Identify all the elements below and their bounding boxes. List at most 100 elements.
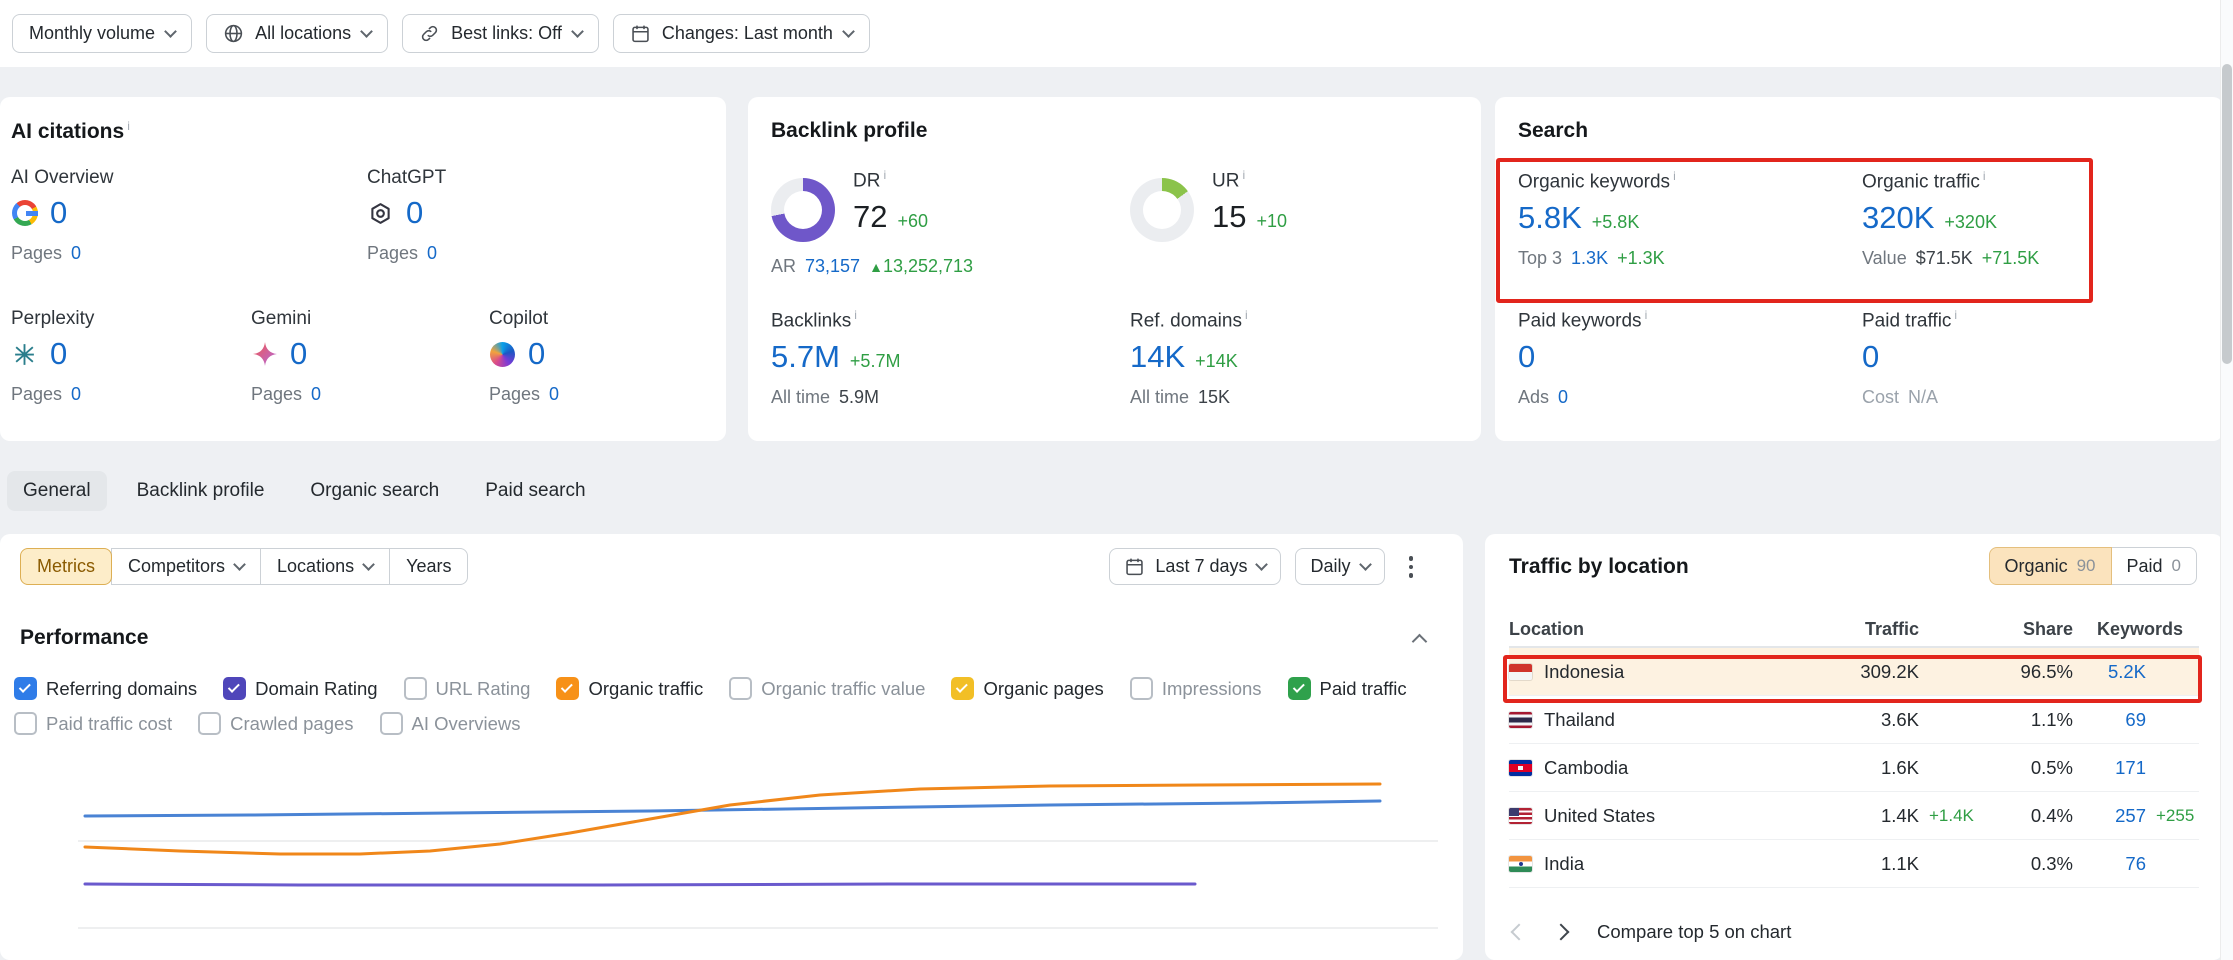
checkbox-organic-traffic-value[interactable]: Organic traffic value bbox=[729, 677, 925, 700]
years-button[interactable]: Years bbox=[389, 548, 468, 585]
pages-label: Pages bbox=[11, 243, 62, 264]
pages-count[interactable]: 0 bbox=[71, 384, 81, 405]
checkbox-paid-traffic[interactable]: Paid traffic bbox=[1288, 677, 1407, 700]
granularity-dropdown[interactable]: Daily bbox=[1295, 548, 1384, 585]
table-row-thailand[interactable]: Thailand 3.6K 1.1% 69 bbox=[1509, 696, 2199, 744]
checkbox-referring-domains[interactable]: Referring domains bbox=[14, 677, 197, 700]
flag-thailand-icon bbox=[1509, 712, 1532, 728]
backlink-profile-title: Backlink profile bbox=[771, 119, 927, 143]
share-value: 1.1% bbox=[1981, 709, 2073, 731]
keywords-link[interactable]: 76 bbox=[2125, 853, 2146, 874]
pages-label: Pages bbox=[489, 384, 540, 405]
organic-count: 90 bbox=[2077, 556, 2096, 576]
ai-citations-count[interactable]: 0 bbox=[290, 336, 307, 372]
ar-value[interactable]: 73,157 bbox=[805, 256, 860, 277]
table-row-cambodia[interactable]: Cambodia 1.6K 0.5% 171 bbox=[1509, 744, 2199, 792]
backlinks-value[interactable]: 5.7M bbox=[771, 339, 840, 375]
tab-backlink-profile[interactable]: Backlink profile bbox=[121, 471, 281, 511]
pages-count[interactable]: 0 bbox=[311, 384, 321, 405]
cost-value: N/A bbox=[1908, 387, 1938, 408]
pages-count[interactable]: 0 bbox=[427, 243, 437, 264]
date-range-dropdown[interactable]: Last 7 days bbox=[1109, 548, 1281, 585]
pages-count[interactable]: 0 bbox=[71, 243, 81, 264]
changes-label: Changes: Last month bbox=[662, 23, 833, 44]
ref-domains-value[interactable]: 14K bbox=[1130, 339, 1185, 375]
checkbox-paid-traffic-cost[interactable]: Paid traffic cost bbox=[14, 712, 172, 735]
ai-citations-count[interactable]: 0 bbox=[406, 195, 423, 231]
pages-label: Pages bbox=[251, 384, 302, 405]
collapse-section-icon[interactable] bbox=[1412, 634, 1428, 650]
competitors-button[interactable]: Competitors bbox=[111, 548, 261, 585]
table-header-row: Location Traffic Share Keywords bbox=[1509, 612, 2199, 648]
backlinks-delta: +5.7M bbox=[850, 351, 901, 372]
checkbox-organic-pages[interactable]: Organic pages bbox=[951, 677, 1103, 700]
checkbox-url-rating[interactable]: URL Rating bbox=[404, 677, 531, 700]
tab-organic-search[interactable]: Organic search bbox=[294, 471, 455, 511]
table-row-indonesia[interactable]: Indonesia 309.2K 96.5% 5.2K bbox=[1509, 648, 2199, 696]
ai-citation-chatgpt: ChatGPT 0 Pages0 bbox=[367, 167, 697, 264]
paid-toggle-button[interactable]: Paid0 bbox=[2111, 547, 2198, 585]
checkbox-crawled-pages[interactable]: Crawled pages bbox=[198, 712, 353, 735]
ai-citation-ai-overview: AI Overview 0 Pages 0 bbox=[11, 167, 341, 264]
organic-toggle-button[interactable]: Organic90 bbox=[1989, 547, 2112, 585]
compare-top5-link[interactable]: Compare top 5 on chart bbox=[1597, 921, 1791, 943]
all-locations-label: All locations bbox=[255, 23, 351, 44]
scrollbar-thumb[interactable] bbox=[2222, 64, 2232, 364]
table-row-india[interactable]: India 1.1K 0.3% 76 bbox=[1509, 840, 2199, 888]
ai-citations-count[interactable]: 0 bbox=[528, 336, 545, 372]
top3-value[interactable]: 1.3K bbox=[1571, 248, 1608, 269]
keywords-link[interactable]: 69 bbox=[2125, 709, 2146, 730]
copilot-icon bbox=[489, 341, 516, 368]
pages-count[interactable]: 0 bbox=[549, 384, 559, 405]
next-page-icon[interactable] bbox=[1553, 924, 1570, 941]
ai-citations-count[interactable]: 0 bbox=[50, 336, 67, 372]
metrics-button[interactable]: Metrics bbox=[20, 548, 112, 585]
checkbox-domain-rating[interactable]: Domain Rating bbox=[223, 677, 377, 700]
locations-button[interactable]: Locations bbox=[260, 548, 390, 585]
keywords-delta: +255 bbox=[2146, 806, 2199, 826]
organic-keywords-value[interactable]: 5.8K bbox=[1518, 200, 1582, 236]
keywords-link[interactable]: 5.2K bbox=[2108, 661, 2146, 682]
traffic-value: 3.6K bbox=[1739, 709, 1919, 731]
table-row-united-states[interactable]: United States 1.4K +1.4K 0.4% 257 +255 bbox=[1509, 792, 2199, 840]
ref-domains-block: Ref. domainsi 14K+14K All time15K bbox=[1130, 308, 1450, 408]
header-share: Share bbox=[1919, 619, 2073, 640]
ai-item-name: AI Overview bbox=[11, 167, 341, 189]
best-links-dropdown[interactable]: Best links: Off bbox=[402, 14, 599, 53]
monthly-volume-label: Monthly volume bbox=[29, 23, 155, 44]
more-options-button[interactable] bbox=[1399, 548, 1424, 586]
backlinks-label: Backlinks bbox=[771, 310, 851, 331]
ai-citations-title: AI citationsi bbox=[11, 119, 130, 144]
search-card: Search Organic keywordsi 5.8K+5.8K Top 3… bbox=[1495, 97, 2223, 441]
paid-count: 0 bbox=[2172, 556, 2181, 576]
google-icon bbox=[11, 200, 38, 227]
ur-donut-chart bbox=[1130, 178, 1194, 242]
cost-label: Cost bbox=[1862, 387, 1899, 408]
flag-indonesia-icon bbox=[1509, 664, 1532, 680]
metrics-filter-group: Metrics Competitors Locations Years bbox=[20, 548, 468, 585]
globe-icon bbox=[223, 23, 244, 44]
checkbox-impressions[interactable]: Impressions bbox=[1130, 677, 1262, 700]
organic-traffic-value[interactable]: 320K bbox=[1862, 200, 1934, 236]
ai-citations-count[interactable]: 0 bbox=[50, 195, 67, 231]
keywords-link[interactable]: 171 bbox=[2115, 757, 2146, 778]
traffic-by-location-title: Traffic by location bbox=[1509, 555, 1689, 579]
all-locations-dropdown[interactable]: All locations bbox=[206, 14, 388, 53]
header-location: Location bbox=[1509, 619, 1739, 640]
previous-page-icon[interactable] bbox=[1511, 924, 1528, 941]
checkbox-organic-traffic[interactable]: Organic traffic bbox=[556, 677, 703, 700]
changes-dropdown[interactable]: Changes: Last month bbox=[613, 14, 870, 53]
chevron-down-icon bbox=[1359, 558, 1372, 571]
tab-paid-search[interactable]: Paid search bbox=[469, 471, 601, 511]
checkbox-box bbox=[404, 677, 427, 700]
info-icon: i bbox=[1673, 169, 1676, 183]
tab-general[interactable]: General bbox=[7, 471, 107, 511]
paid-keywords-value[interactable]: 0 bbox=[1518, 339, 1535, 375]
paid-traffic-value[interactable]: 0 bbox=[1862, 339, 1879, 375]
checkbox-ai-overviews[interactable]: AI Overviews bbox=[380, 712, 521, 735]
chatgpt-icon bbox=[367, 200, 394, 227]
performance-chart bbox=[0, 534, 1463, 960]
ads-count[interactable]: 0 bbox=[1558, 387, 1568, 408]
keywords-link[interactable]: 257 bbox=[2115, 805, 2146, 826]
monthly-volume-dropdown[interactable]: Monthly volume bbox=[12, 14, 192, 53]
